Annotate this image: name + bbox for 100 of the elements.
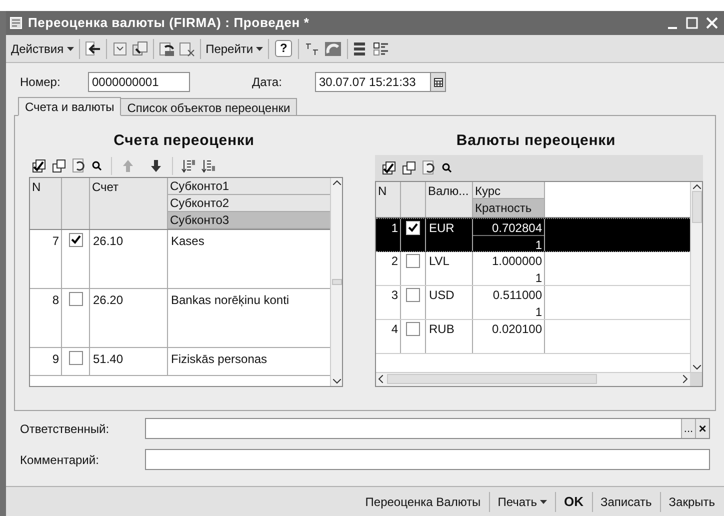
scroll-down-icon[interactable] [332, 378, 340, 384]
row-number: 1 [376, 218, 401, 250]
table-row[interactable]: 1 EUR 0.702804 1 [376, 218, 690, 252]
row-number: 9 [30, 348, 62, 374]
scroll-thumb[interactable] [387, 374, 597, 384]
scroll-thumb[interactable] [692, 190, 702, 222]
row-number: 4 [376, 320, 401, 352]
date-label: Дата: [252, 74, 283, 91]
number-label: Номер: [20, 74, 62, 91]
check-icon [408, 223, 418, 232]
comment-label: Комментарий: [20, 452, 100, 468]
sort-descending-icon[interactable] [201, 158, 217, 174]
refresh-icon[interactable] [421, 160, 437, 176]
table-cell: 0.702804 [473, 218, 544, 236]
table-cell: LVL [426, 252, 473, 284]
number-field[interactable]: 0000000001 [88, 72, 190, 92]
calendar-icon [434, 78, 442, 86]
responsible-field[interactable]: ... × [145, 418, 710, 439]
table-cell-text: Fiziskās personas [170, 350, 268, 368]
scroll-up-icon[interactable] [692, 184, 700, 188]
help-button[interactable]: ? [275, 40, 292, 57]
action-button[interactable]: Закрыть [664, 492, 720, 510]
checkbox[interactable] [406, 288, 420, 302]
table-cell-text: Kases [170, 232, 206, 250]
clear-button[interactable]: × [695, 419, 709, 438]
table-cell-text: 1 [534, 304, 543, 318]
window-title: Переоценка валюты (FIRMA) : Проведен * [28, 14, 310, 32]
check-all-icon[interactable] [381, 160, 397, 176]
action-button[interactable]: OK [559, 492, 588, 512]
select-button[interactable]: ... [681, 419, 695, 438]
table-row[interactable]: 2 LVL 1.000000 1 [376, 252, 690, 286]
table-cell-text: Bankas norēķinu konti [170, 292, 290, 308]
documents-icon[interactable] [132, 40, 148, 56]
vertical-scrollbar[interactable] [690, 182, 702, 372]
calendar-button[interactable] [431, 72, 446, 92]
scroll-up-icon[interactable] [332, 180, 340, 184]
column-header[interactable]: Счет [90, 178, 168, 228]
caret-icon [540, 500, 547, 504]
column-header[interactable]: N [30, 178, 62, 228]
date-field[interactable]: 30.07.07 15:21:33 [315, 72, 431, 92]
document-icon [10, 17, 22, 29]
copy-icon[interactable] [401, 160, 417, 176]
arrow-left-icon[interactable] [84, 40, 101, 56]
comment-field[interactable] [145, 449, 710, 470]
checklist-icon[interactable] [373, 40, 390, 56]
checkbox[interactable] [68, 232, 82, 246]
table-row[interactable]: 4 RUB 0.020100 [376, 320, 690, 354]
section-title: Валюты переоценки [455, 131, 617, 151]
print-menu[interactable]: Печать [492, 492, 552, 510]
table-cell-text: 1 [534, 236, 543, 252]
column-header[interactable]: Кратность [473, 198, 544, 216]
action-button[interactable]: Переоценка Валюты [360, 492, 486, 510]
table-cell-text: 0.020100 [490, 320, 543, 336]
check-all-icon[interactable] [31, 158, 47, 174]
actions-menu[interactable]: Действия [9, 40, 76, 58]
close-icon[interactable] [706, 17, 718, 29]
caret-icon [66, 46, 74, 50]
table-cell-text: 1.000000 [490, 252, 543, 268]
row-number: 2 [376, 252, 401, 284]
table-cell: 26.20 [90, 288, 168, 346]
column-header[interactable]: Субконто1 [168, 178, 330, 194]
tab[interactable]: Список объектов переоценки [120, 98, 298, 116]
vertical-scrollbar[interactable] [330, 178, 342, 386]
sort-ascending-icon[interactable] [181, 158, 197, 174]
post-document-icon[interactable] [158, 40, 175, 56]
document-icon[interactable] [112, 40, 128, 56]
goto-menu[interactable]: Перейти [204, 40, 266, 58]
horizontal-scrollbar[interactable] [376, 372, 690, 386]
copy-icon[interactable] [51, 158, 67, 174]
scroll-right-icon[interactable] [683, 375, 688, 383]
arrow-down-icon[interactable] [148, 158, 164, 174]
scroll-left-icon[interactable] [378, 375, 383, 383]
check-icon [70, 235, 80, 244]
checkbox[interactable] [68, 292, 82, 306]
column-header[interactable]: N [376, 182, 401, 216]
checkbox[interactable] [406, 254, 420, 268]
table-cell-text: 1 [534, 270, 543, 284]
scroll-thumb[interactable] [332, 278, 342, 284]
table-cell: USD [426, 286, 473, 318]
refresh-icon[interactable] [71, 158, 87, 174]
table-cell: EUR [426, 218, 473, 250]
responsible-label: Ответственный: [20, 420, 110, 438]
maximize-icon[interactable] [686, 17, 698, 29]
table-cell: 51.40 [90, 348, 168, 374]
row-number: 3 [376, 286, 401, 318]
tab[interactable]: Счета и валюты [18, 97, 122, 116]
caret-icon [256, 46, 264, 50]
scroll-down-icon[interactable] [692, 364, 700, 370]
table-cell: 26.10 [90, 230, 168, 288]
unpost-document-icon[interactable] [178, 40, 195, 56]
checkbox[interactable] [406, 220, 420, 234]
table-cell: RUB [426, 320, 473, 352]
checkbox[interactable] [406, 322, 420, 336]
table-row[interactable]: 3 USD 0.511000 1 [376, 286, 690, 320]
row-number: 7 [30, 230, 62, 288]
checkbox[interactable] [68, 350, 82, 364]
section-title: Счета переоценки [112, 131, 256, 151]
column-header[interactable]: Субконто2 [168, 194, 330, 212]
column-header[interactable]: Субконто3 [168, 212, 330, 228]
action-button[interactable]: Записать [596, 492, 657, 510]
